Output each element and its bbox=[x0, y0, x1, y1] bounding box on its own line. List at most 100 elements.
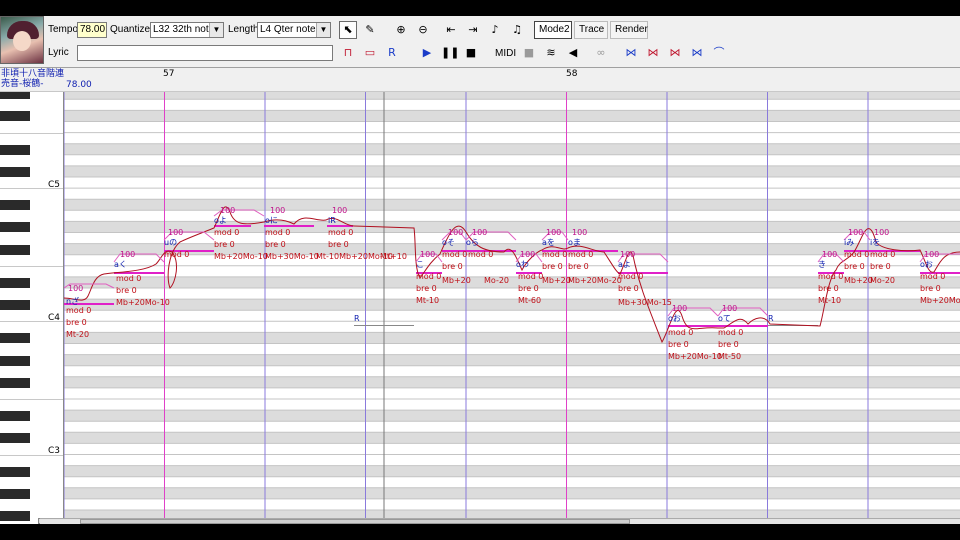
chevron-down-icon: ▼ bbox=[209, 23, 223, 37]
zoom-out-icon[interactable]: ⊖ bbox=[414, 21, 432, 39]
black-key[interactable] bbox=[0, 300, 30, 311]
key-row bbox=[64, 99, 960, 111]
black-key[interactable] bbox=[0, 411, 30, 422]
note-bar bbox=[668, 325, 718, 327]
note-lyric[interactable]: oわ bbox=[516, 260, 529, 269]
black-key[interactable] bbox=[0, 377, 30, 388]
black-key[interactable] bbox=[0, 200, 30, 211]
note-lyric[interactable]: oま bbox=[568, 238, 581, 247]
white-key-divider bbox=[0, 399, 63, 400]
note-lyric[interactable]: oそ bbox=[442, 238, 455, 247]
black-key[interactable] bbox=[0, 333, 30, 344]
note-velocity: 100 bbox=[672, 304, 688, 313]
play-icon[interactable]: ▶ bbox=[418, 44, 436, 62]
note-lyric[interactable]: nざ bbox=[66, 297, 79, 306]
timeline-ruler[interactable]: 非頃十八音階連 売音-桜鶴- 78.00 57 58 bbox=[0, 68, 960, 92]
note-bre: bre 0 bbox=[66, 318, 87, 327]
go-end-icon[interactable]: ⇥ bbox=[464, 21, 482, 39]
note-lyric[interactable]: き bbox=[818, 260, 826, 269]
tool-1-icon[interactable]: ⋈ bbox=[622, 44, 640, 62]
note-bre: bre 0 bbox=[518, 284, 539, 293]
note-lyric[interactable]: uの bbox=[164, 238, 177, 247]
note-lyric[interactable]: iみ bbox=[844, 238, 854, 247]
note-mod: mod 0 bbox=[568, 250, 594, 259]
note-lyric[interactable]: oて bbox=[718, 314, 731, 323]
black-key[interactable] bbox=[0, 433, 30, 444]
black-key[interactable] bbox=[0, 244, 30, 255]
tempo-label: Tempo bbox=[48, 24, 79, 35]
black-key[interactable] bbox=[0, 111, 30, 122]
note-split-icon[interactable]: ▭ bbox=[361, 44, 379, 62]
go-start-icon[interactable]: ⇤ bbox=[442, 21, 460, 39]
note-lyric[interactable]: oよ bbox=[214, 216, 227, 225]
black-key[interactable] bbox=[0, 355, 30, 366]
mode2-button[interactable]: Mode2 bbox=[534, 21, 572, 39]
note-bre: bre 0 bbox=[214, 240, 235, 249]
black-key[interactable] bbox=[0, 488, 30, 499]
black-key[interactable] bbox=[0, 92, 30, 100]
black-key[interactable] bbox=[0, 166, 30, 177]
note-lyric[interactable]: iR bbox=[328, 216, 336, 225]
black-key[interactable] bbox=[0, 466, 30, 477]
note-velocity: 100 bbox=[546, 228, 562, 237]
note-flags: Mb+20 bbox=[442, 276, 471, 285]
note-mod: mod 0 bbox=[328, 228, 354, 237]
note-lyric[interactable]: oお bbox=[920, 260, 933, 269]
key-row bbox=[64, 92, 960, 100]
note-mod: mod 0 bbox=[668, 328, 694, 337]
voicebank-name-line2: 売音-桜鶴- bbox=[1, 79, 44, 89]
note-lyric[interactable]: oお bbox=[668, 314, 681, 323]
rest-insert-icon[interactable]: R bbox=[383, 44, 401, 62]
note-velocity: 100 bbox=[572, 228, 588, 237]
note-lyric[interactable]: oに bbox=[265, 216, 278, 225]
record-icon[interactable]: ■ bbox=[520, 44, 538, 62]
midi-label: MIDI bbox=[495, 48, 517, 59]
quantize-select[interactable]: L32 32th note ▼ bbox=[150, 22, 224, 38]
note-lyric[interactable]: oら bbox=[466, 238, 479, 247]
pencil-icon[interactable]: ✎ bbox=[361, 21, 379, 39]
black-key[interactable] bbox=[0, 144, 30, 155]
note-lyric[interactable]: aを bbox=[542, 238, 555, 247]
loop-icon[interactable]: ∞ bbox=[592, 44, 610, 62]
length-select[interactable]: L4 Qter note ▼ bbox=[257, 22, 331, 38]
tool-2-icon[interactable]: ⋈ bbox=[644, 44, 662, 62]
arrow-select-icon[interactable]: ⬉ bbox=[339, 21, 357, 39]
black-key[interactable] bbox=[0, 277, 30, 288]
note-velocity: 100 bbox=[68, 284, 84, 293]
note-prev-icon[interactable]: ♪ bbox=[486, 21, 504, 39]
note-lyric[interactable]: こ bbox=[416, 260, 424, 269]
tool-3-icon[interactable]: ⋈ bbox=[666, 44, 684, 62]
piano-roll-canvas[interactable] bbox=[64, 92, 960, 524]
piano-keyboard[interactable]: C5 C4 C3 bbox=[0, 92, 64, 524]
note-velocity: 100 bbox=[270, 206, 286, 215]
piano-roll[interactable]: nざ 100 mod 0 bre 0 Mt-20 aく 100 mod 0 br… bbox=[64, 92, 960, 524]
metronome-icon[interactable]: ≋ bbox=[542, 44, 560, 62]
note-next-icon[interactable]: ♫ bbox=[508, 21, 526, 39]
lyric-input[interactable] bbox=[77, 45, 333, 61]
zoom-in-icon[interactable]: ⊕ bbox=[392, 21, 410, 39]
note-lyric[interactable]: aよ bbox=[618, 260, 631, 269]
tool-4-icon[interactable]: ⋈ bbox=[688, 44, 706, 62]
note-mod: mod 0 bbox=[164, 250, 190, 259]
horizontal-scrollbar[interactable] bbox=[40, 518, 960, 524]
trace-button[interactable]: Trace bbox=[574, 21, 608, 39]
note-lyric[interactable]: aく bbox=[114, 260, 127, 269]
render-button[interactable]: Render bbox=[610, 21, 648, 39]
voicebank-avatar[interactable] bbox=[0, 16, 44, 64]
note-flags: Mb+20Mo-10 bbox=[214, 252, 268, 261]
note-mod: mod 0 bbox=[468, 250, 494, 259]
black-key[interactable] bbox=[0, 222, 30, 233]
stop-icon[interactable]: ■ bbox=[462, 44, 480, 62]
pause-icon[interactable]: ❚❚ bbox=[440, 44, 459, 62]
tool-5-icon[interactable]: ⌒ bbox=[710, 44, 728, 62]
white-key-divider bbox=[0, 188, 63, 190]
tempo-marker[interactable]: 78.00 bbox=[66, 80, 92, 90]
note-insert-icon[interactable]: ⊓ bbox=[339, 44, 357, 62]
tempo-input[interactable]: 78.00 bbox=[77, 22, 107, 38]
scrollbar-thumb[interactable] bbox=[80, 519, 630, 524]
note-lyric[interactable]: iを bbox=[870, 238, 880, 247]
rest-lyric[interactable]: R bbox=[354, 314, 360, 323]
speaker-icon[interactable]: ◀ bbox=[564, 44, 582, 62]
black-key[interactable] bbox=[0, 511, 30, 521]
rest-lyric[interactable]: R bbox=[768, 314, 774, 323]
